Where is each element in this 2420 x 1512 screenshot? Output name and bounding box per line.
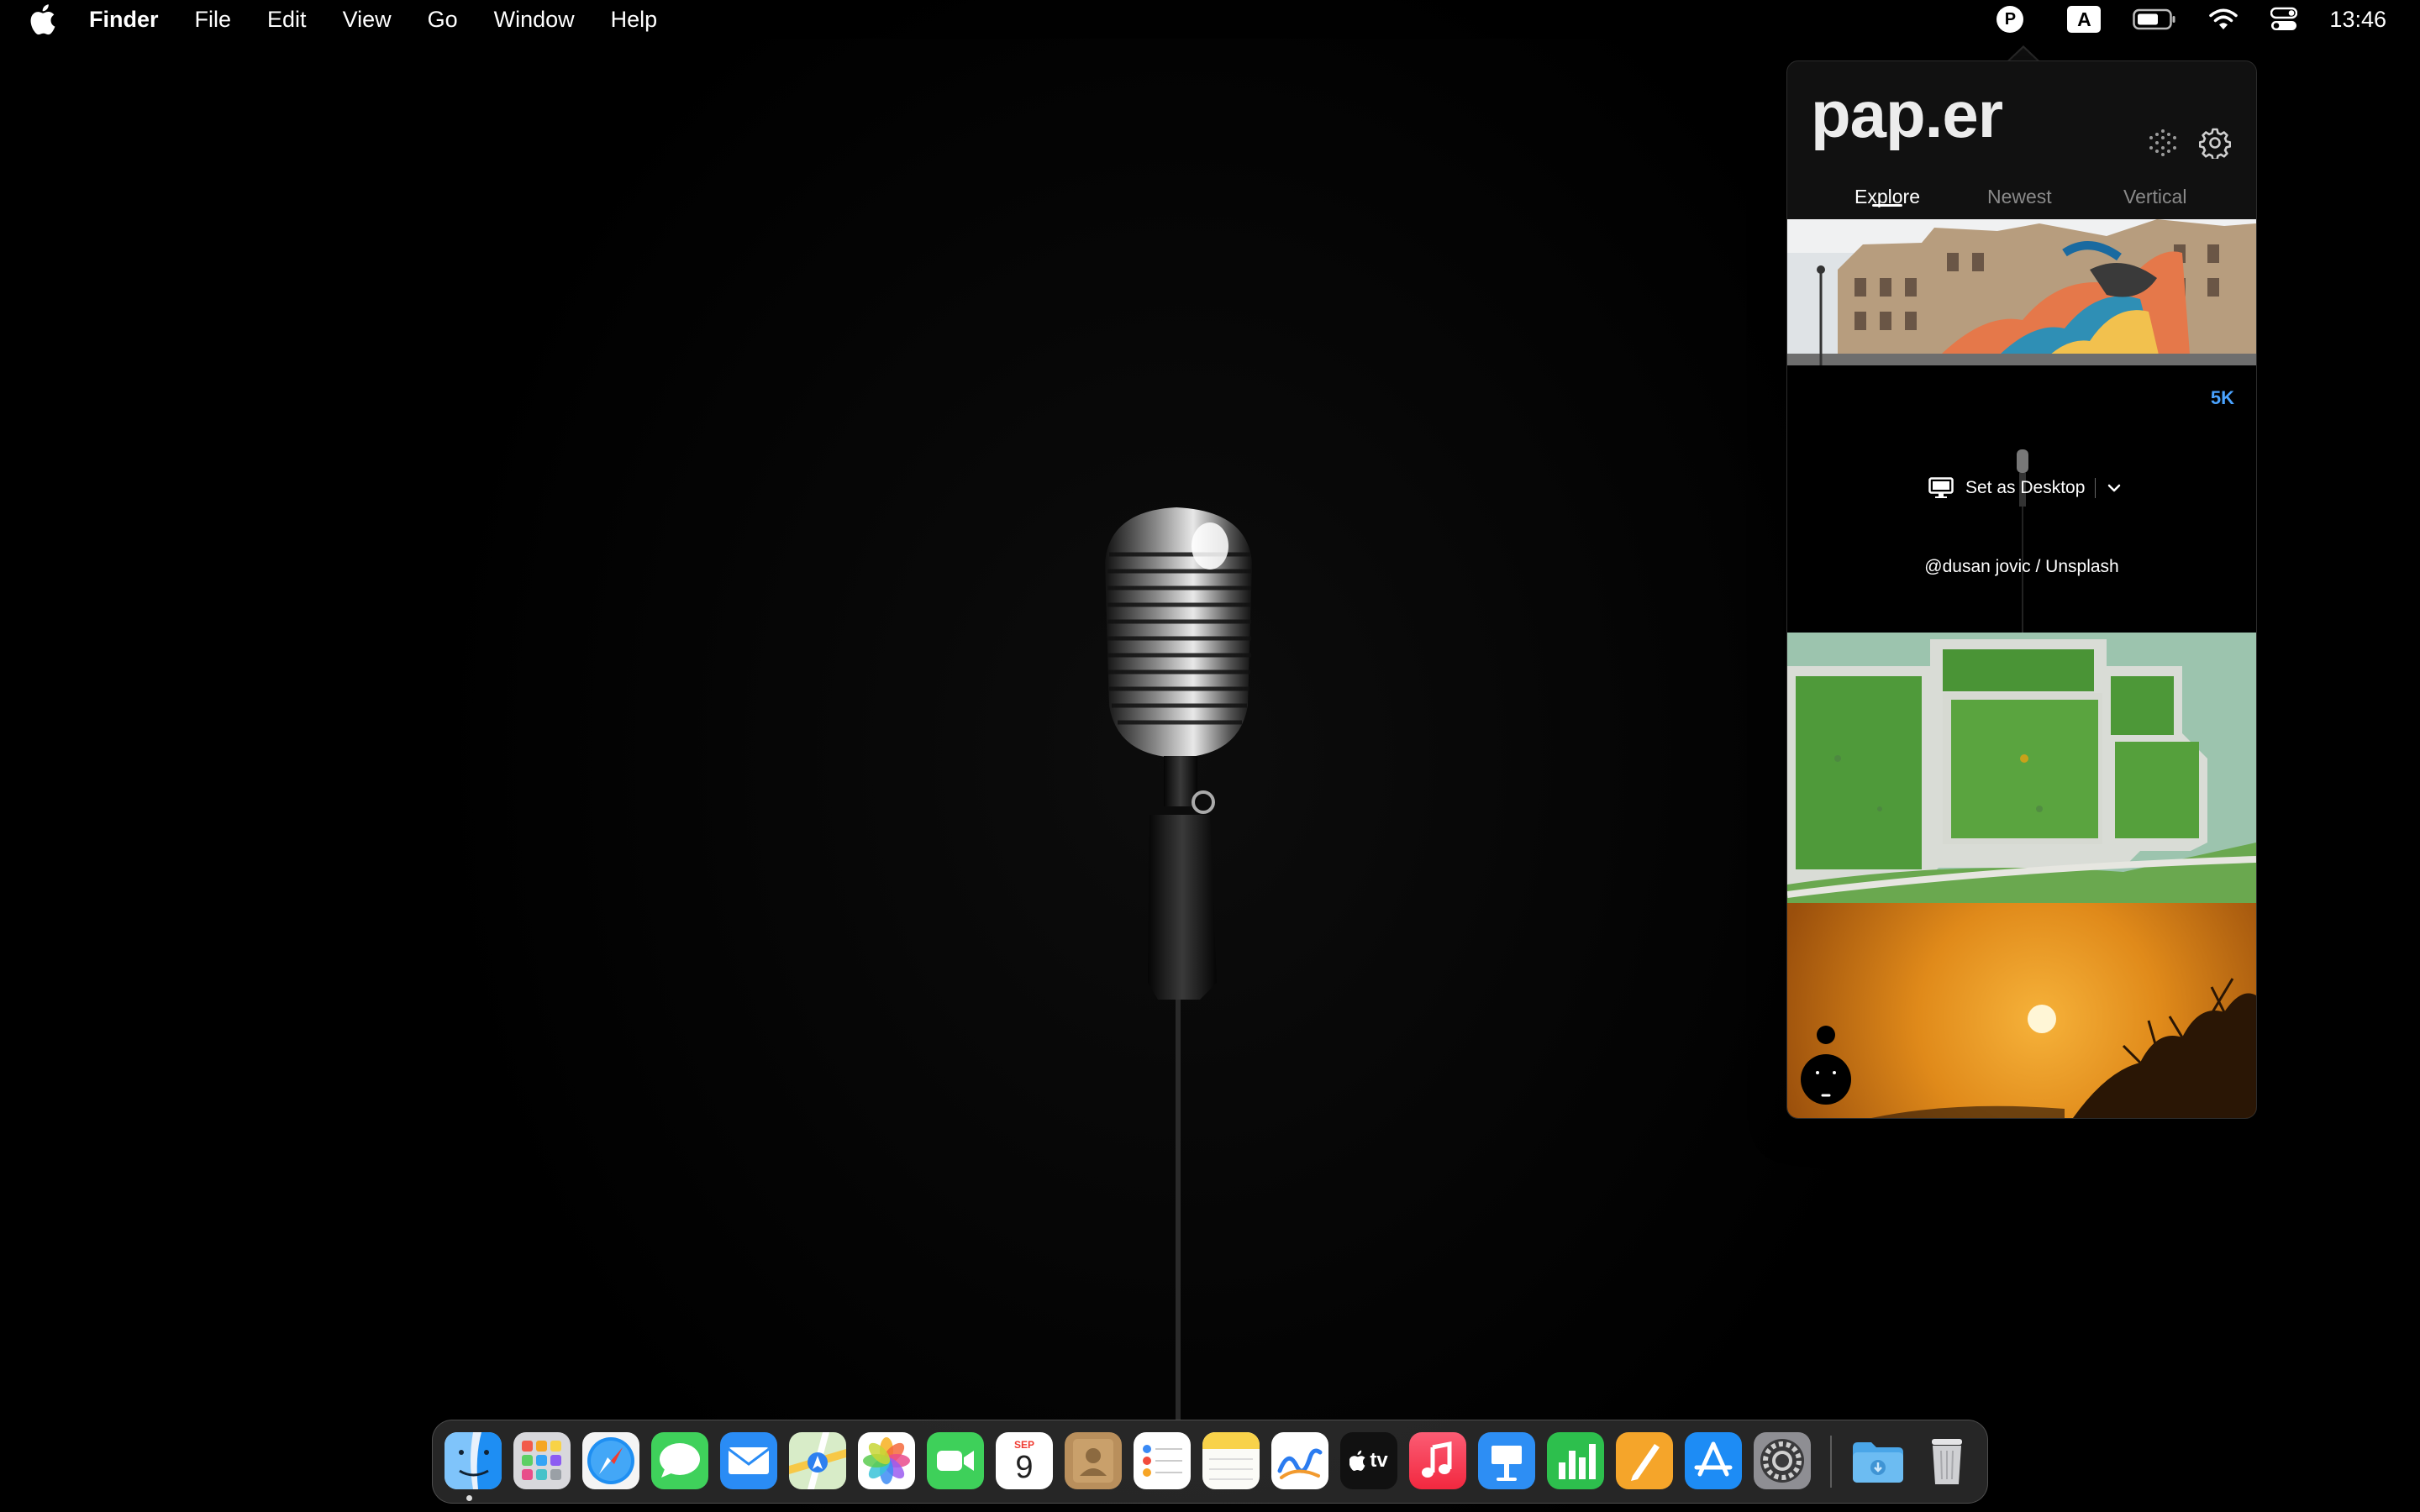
apple-icon[interactable]: [29, 3, 59, 36]
paper-logo: pap.er: [1811, 77, 2003, 151]
popover-header: pap.er Explore Newest Vertical: [1787, 61, 2256, 219]
wallpaper-thumbnail-building[interactable]: [1787, 219, 2256, 365]
battery-icon[interactable]: [2133, 0, 2176, 39]
dock-safari-icon[interactable]: [582, 1432, 639, 1489]
dock-separator: [1830, 1436, 1832, 1488]
dock-app-store-icon[interactable]: [1685, 1432, 1742, 1489]
wallpaper-list[interactable]: 5K Set as Desktop @dusan jovic / Unsplas…: [1787, 219, 2256, 1118]
wifi-icon[interactable]: [2208, 0, 2238, 39]
dock-tv-icon[interactable]: tv: [1340, 1432, 1397, 1489]
menu-go[interactable]: Go: [428, 7, 458, 33]
dock-notes-icon[interactable]: [1202, 1432, 1260, 1489]
set-as-desktop-button[interactable]: Set as Desktop: [1928, 473, 2121, 503]
menu-help[interactable]: Help: [611, 7, 658, 33]
wallpaper-card-selected[interactable]: 5K Set as Desktop @dusan jovic / Unsplas…: [1787, 365, 2256, 633]
wallpaper-thumbnail-aerial[interactable]: [1787, 633, 2256, 903]
dock-calendar-icon[interactable]: SEP 9: [996, 1432, 1053, 1489]
dock-downloads-folder-icon[interactable]: [1849, 1432, 1907, 1489]
chevron-down-icon[interactable]: [2107, 483, 2121, 493]
resolution-badge: 5K: [2210, 387, 2234, 408]
paper-popover: pap.er Explore Newest Vertical 5K Set as…: [1786, 60, 2257, 1119]
dock-trash-icon[interactable]: [1918, 1432, 1975, 1489]
popover-tab-bar: Explore Newest Vertical: [1787, 179, 2256, 216]
dock-mail-icon[interactable]: [720, 1432, 777, 1489]
dock-launchpad-icon[interactable]: [513, 1432, 571, 1489]
finder-running-indicator: [466, 1495, 472, 1501]
dock-reminders-icon[interactable]: [1134, 1432, 1191, 1489]
menu-window[interactable]: Window: [494, 7, 575, 33]
paper-status-icon[interactable]: P: [1996, 6, 2024, 33]
dock-pages-icon[interactable]: [1616, 1432, 1673, 1489]
calendar-month: SEP: [1013, 1439, 1034, 1451]
dock-finder-icon[interactable]: [445, 1432, 502, 1489]
menu-bar-clock[interactable]: 13:46: [2329, 7, 2386, 33]
dock-maps-icon[interactable]: [789, 1432, 846, 1489]
dock-music-icon[interactable]: [1409, 1432, 1466, 1489]
dock-facetime-icon[interactable]: [927, 1432, 984, 1489]
dock-contacts-icon[interactable]: [1065, 1432, 1122, 1489]
dots-grid-icon[interactable]: [2149, 129, 2177, 157]
monitor-icon: [1928, 477, 1954, 498]
dock-freeform-icon[interactable]: [1271, 1432, 1328, 1489]
dock-system-settings-icon[interactable]: [1754, 1432, 1811, 1489]
tab-vertical[interactable]: Vertical: [2123, 186, 2186, 208]
menu-view[interactable]: View: [343, 7, 392, 33]
dock-keynote-icon[interactable]: [1478, 1432, 1535, 1489]
control-center-icon[interactable]: [2270, 0, 2298, 39]
microphone-wallpaper-image: [1105, 507, 1252, 1420]
menu-app-finder[interactable]: Finder: [89, 7, 159, 33]
active-tab-indicator: [1872, 204, 1902, 207]
input-source-icon[interactable]: A: [2067, 6, 2102, 33]
tab-newest[interactable]: Newest: [1987, 186, 2052, 208]
tv-label: tv: [1370, 1449, 1388, 1472]
calendar-day: 9: [1015, 1450, 1034, 1485]
photo-credit[interactable]: @dusan jovic / Unsplash: [1787, 557, 2256, 577]
menu-bar: Finder File Edit View Go Window Help P A…: [0, 0, 2420, 39]
menu-edit[interactable]: Edit: [267, 7, 307, 33]
settings-gear-icon[interactable]: [2199, 127, 2231, 159]
menu-file[interactable]: File: [195, 7, 232, 33]
dock-messages-icon[interactable]: [651, 1432, 708, 1489]
dock-numbers-icon[interactable]: [1547, 1432, 1604, 1489]
button-divider: [2095, 478, 2096, 498]
wallpaper-thumbnail-sunset[interactable]: [1787, 903, 2256, 1118]
dock: SEP 9 tv: [432, 1420, 1988, 1504]
dock-photos-icon[interactable]: [858, 1432, 915, 1489]
set-as-desktop-label: Set as Desktop: [1965, 478, 2086, 497]
